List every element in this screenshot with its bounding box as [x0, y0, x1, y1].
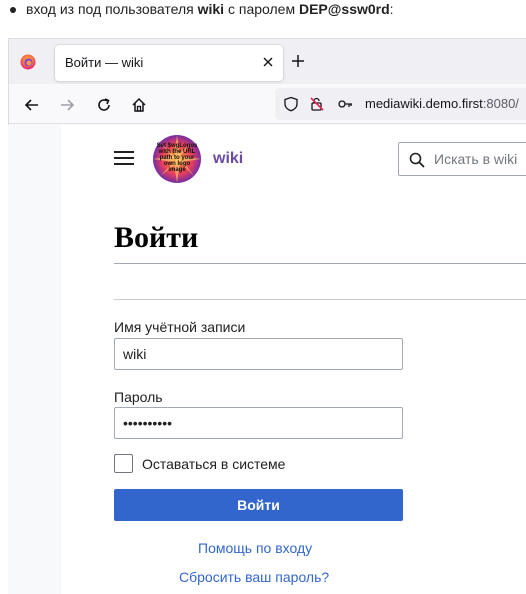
bullet	[10, 7, 16, 13]
reset-password-link[interactable]: Сбросить ваш пароль?	[179, 569, 329, 585]
password-label: Пароль	[114, 389, 163, 405]
page-title: Войти	[114, 221, 199, 254]
reload-icon[interactable]	[95, 96, 113, 114]
site-logo[interactable]: Set $wgLogos with the URL path to your o…	[153, 135, 201, 183]
username-field[interactable]	[114, 338, 403, 370]
content-divider	[114, 299, 526, 300]
url-bar[interactable]: mediawiki.demo.first:8080/	[275, 88, 526, 120]
url-text[interactable]: mediawiki.demo.first:8080/	[365, 96, 519, 111]
plus-icon[interactable]	[290, 53, 306, 69]
logo-text: Set $wgLogos with the URL path to your o…	[156, 143, 198, 173]
back-icon[interactable]	[23, 96, 41, 114]
help-login-link[interactable]: Помощь по входу	[198, 540, 312, 556]
password-field[interactable]	[114, 407, 403, 439]
note-suffix: :	[389, 1, 394, 17]
forward-icon[interactable]	[58, 96, 76, 114]
note-text: вход из под пользователя wiki с паролем …	[26, 1, 394, 17]
remember-checkbox[interactable]	[114, 454, 133, 473]
home-icon[interactable]	[130, 96, 148, 114]
note-password: DEP@ssw0rd	[298, 1, 390, 17]
navigation-bar: mediawiki.demo.first:8080/	[9, 84, 526, 124]
instruction-note: вход из под пользователя wiki с паролем …	[0, 0, 526, 22]
page-gutter	[8, 125, 61, 594]
close-icon[interactable]	[261, 55, 275, 69]
tab-bar: Войти — wiki	[9, 38, 526, 84]
main-menu-icon[interactable]	[114, 151, 134, 167]
page-content: Set $wgLogos with the URL path to your o…	[61, 125, 526, 594]
shield-icon[interactable]	[283, 96, 299, 112]
search-icon	[409, 152, 425, 168]
title-divider	[114, 263, 526, 264]
search-placeholder: Искать в wiki	[434, 151, 518, 167]
firefox-logo-icon[interactable]	[20, 54, 36, 70]
note-user: wiki	[197, 1, 225, 17]
login-button[interactable]: Войти	[114, 489, 403, 521]
key-icon[interactable]	[337, 96, 353, 112]
permissions-icon[interactable]	[309, 96, 325, 112]
search-input[interactable]: Искать в wiki	[398, 142, 526, 176]
note-middle: с паролем	[224, 1, 299, 17]
url-port: :8080/	[482, 96, 519, 111]
note-prefix: вход из под пользователя	[26, 1, 198, 17]
username-label: Имя учётной записи	[114, 319, 246, 335]
tab-active[interactable]: Войти — wiki	[55, 45, 283, 81]
remember-label[interactable]: Оставаться в системе	[142, 456, 285, 472]
url-host: mediawiki.demo.first	[365, 96, 483, 111]
tab-title: Войти — wiki	[65, 55, 144, 70]
site-wordmark[interactable]: wiki	[213, 150, 243, 168]
